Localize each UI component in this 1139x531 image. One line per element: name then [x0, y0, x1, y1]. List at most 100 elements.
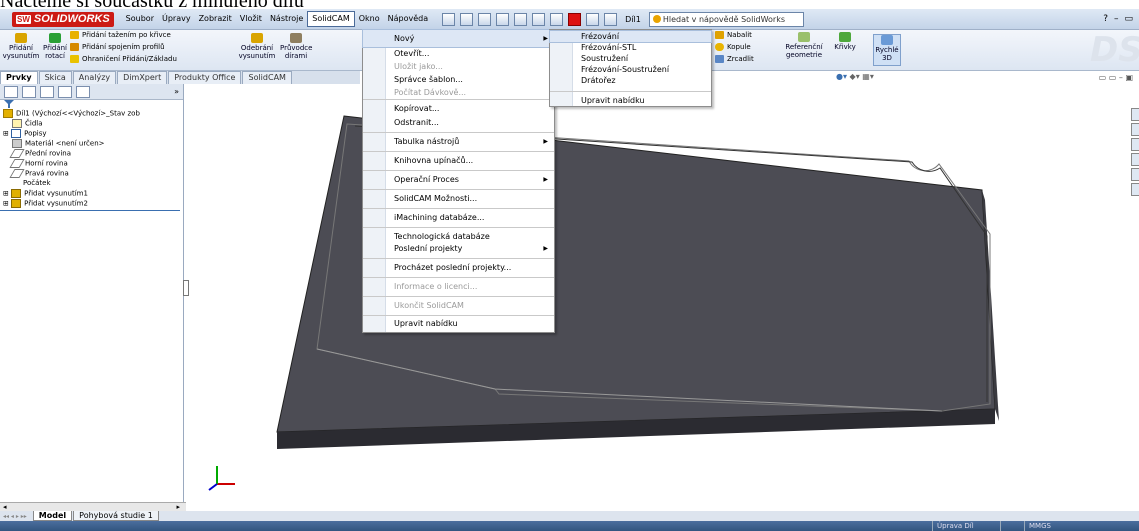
undo-icon[interactable]	[532, 12, 546, 26]
scroll-left-icon[interactable]: ◂	[3, 503, 7, 511]
tree-item-origin[interactable]: Počátek	[0, 179, 183, 189]
new-document-icon[interactable]	[460, 12, 474, 26]
tab-motion-study[interactable]: Pohybová studie 1	[73, 511, 159, 521]
loft-boss-button[interactable]: Přidání spojením profilů	[70, 43, 165, 52]
tree-item-right-plane[interactable]: Pravá rovina	[0, 169, 183, 179]
menu-item-technologicka-databaze[interactable]: Technologická databáze	[363, 228, 554, 242]
tree-item-extrude2[interactable]: ⊞ Přidat vysunutím2	[0, 198, 183, 209]
task-pane-view-palette-icon[interactable]	[1131, 153, 1139, 166]
revolve-boss-button[interactable]: Přidání rotací	[42, 33, 68, 60]
menu-item-otevrit[interactable]: Otevřít...	[363, 47, 554, 60]
split-horizontal-icon[interactable]: ▭	[1099, 73, 1107, 82]
tree-item-annotations[interactable]: ⊞ Popisy	[0, 129, 183, 139]
tab-analyzy[interactable]: Analýzy	[72, 71, 117, 84]
boundary-boss-button[interactable]: Ohraničení Přidání/Základu	[70, 55, 177, 64]
menu-zobrazit[interactable]: Zobrazit	[195, 12, 236, 26]
rollback-bar[interactable]	[0, 209, 180, 211]
menu-item-novy[interactable]: Nový ▶	[362, 29, 555, 48]
task-pane-appearances-icon[interactable]	[1131, 168, 1139, 181]
tab-dimxpert[interactable]: DimXpert	[117, 71, 168, 84]
tree-item-sensors[interactable]: Čidla	[0, 119, 183, 129]
restore-button[interactable]: ▭	[1124, 14, 1133, 24]
submenu-item-frezovani-soustruzeni[interactable]: Frézování-Soustružení	[550, 64, 711, 75]
extrude-boss-button[interactable]: Přidání vysunutím	[2, 33, 40, 60]
menu-item-tabulka-nastroju[interactable]: Tabulka nástrojů ▶	[363, 133, 554, 152]
scroll-right-icon[interactable]: ▸	[176, 503, 180, 511]
options-icon[interactable]	[604, 12, 618, 26]
tree-item-top-plane[interactable]: Horní rovina	[0, 159, 183, 169]
reference-geometry-button[interactable]: Referenční geometrie	[783, 32, 825, 59]
tree-item-front-plane[interactable]: Přední rovina	[0, 149, 183, 159]
select-icon[interactable]	[550, 12, 564, 26]
tab-nav-arrows-icon[interactable]: ◂◂ ◂ ▸ ▸▸	[0, 513, 33, 520]
rebuild-icon[interactable]	[568, 12, 582, 26]
menu-item-operacni-proces[interactable]: Operační Proces ▶	[363, 171, 554, 190]
submenu-item-dratorez[interactable]: Drátořez	[550, 75, 711, 92]
minimize-viewport-icon[interactable]: –	[1119, 73, 1123, 82]
dome-button[interactable]: Kopule	[715, 43, 751, 52]
menu-item-spravce-sablon[interactable]: Správce šablon...	[363, 73, 554, 86]
menu-item-pocitat-davkove[interactable]: Počítat Dávkově...	[363, 86, 554, 100]
hole-wizard-button[interactable]: Průvodce dírami	[280, 33, 312, 60]
mirror-button[interactable]: Zrcadlit	[715, 55, 754, 64]
menu-item-knihovna-upinacu[interactable]: Knihovna upínačů...	[363, 152, 554, 171]
menu-item-informace-o-licenci[interactable]: Informace o licenci...	[363, 278, 554, 297]
submenu-item-frezovani-stl[interactable]: Frézování-STL	[550, 42, 711, 53]
split-vertical-icon[interactable]: ▭	[1109, 73, 1117, 82]
panel-splitter[interactable]	[183, 280, 189, 296]
menu-item-ulozit-jako[interactable]: Uložit jako...	[363, 60, 554, 73]
display-manager-tab-icon[interactable]	[76, 85, 90, 98]
menu-item-ukoncit-solidcam[interactable]: Ukončit SolidCAM	[363, 297, 554, 316]
tab-prvky[interactable]: Prvky	[0, 71, 38, 84]
extrude-cut-button[interactable]: Odebrání vysunutím	[238, 33, 276, 60]
tree-item-material[interactable]: Materiál <není určen>	[0, 139, 183, 149]
save-icon[interactable]	[496, 12, 510, 26]
help-search-input[interactable]: Hledat v nápovědě SolidWorks	[648, 11, 804, 27]
tab-model[interactable]: Model	[32, 511, 73, 521]
sweep-boss-button[interactable]: Přidání tažením po křivce	[70, 31, 171, 40]
menu-item-imachining-databaze[interactable]: iMachining databáze...	[363, 209, 554, 228]
minimize-button[interactable]: –	[1114, 14, 1119, 24]
pin-icon[interactable]	[442, 12, 456, 26]
status-units[interactable]: MMGS	[1024, 521, 1089, 531]
more-tabs-icon[interactable]: »	[174, 87, 179, 97]
task-pane-library-icon[interactable]	[1131, 123, 1139, 136]
menu-item-upravit-nabidku[interactable]: Upravit nabídku	[363, 316, 554, 332]
tab-produkty-office[interactable]: Produkty Office	[168, 71, 242, 84]
menu-vlozit[interactable]: Vložit	[236, 12, 266, 26]
display-style-icon[interactable]: ◆▾	[850, 72, 860, 81]
task-pane-resources-icon[interactable]	[1131, 108, 1139, 121]
filter-icon[interactable]	[0, 100, 183, 109]
menu-item-solidcam-moznosti[interactable]: SolidCAM Možnosti...	[363, 190, 554, 209]
submenu-item-soustruzeni[interactable]: Soustružení	[550, 53, 711, 64]
help-button[interactable]: ?	[1103, 14, 1108, 24]
tree-root[interactable]: Díl1 (Výchozí<<Výchozí>_Stav zob	[0, 109, 183, 119]
configurationmanager-tab-icon[interactable]	[40, 85, 54, 98]
wrap-button[interactable]: Nabalit	[715, 31, 752, 40]
submenu-item-upravit-nabidku[interactable]: Upravit nabídku	[550, 95, 711, 106]
task-pane-explorer-icon[interactable]	[1131, 138, 1139, 151]
print-icon[interactable]	[514, 12, 528, 26]
file-properties-icon[interactable]	[586, 12, 600, 26]
curves-button[interactable]: Křivky	[832, 32, 858, 51]
task-pane-custom-icon[interactable]	[1131, 183, 1139, 196]
menu-nastroje[interactable]: Nástroje	[266, 12, 307, 26]
open-icon[interactable]	[478, 12, 492, 26]
hide-show-icon[interactable]: ▦▾	[862, 72, 874, 81]
menu-item-odstranit[interactable]: Odstranit...	[363, 116, 554, 133]
propertymanager-tab-icon[interactable]	[22, 85, 36, 98]
submenu-item-frezovani[interactable]: Frézování	[549, 30, 712, 43]
restore-viewport-icon[interactable]: ▣	[1125, 73, 1133, 82]
menu-okno[interactable]: Okno	[355, 12, 384, 26]
menu-solidcam[interactable]: SolidCAM	[307, 11, 355, 27]
graphics-area[interactable]	[187, 84, 1139, 511]
dimxpert-tab-icon[interactable]	[58, 85, 72, 98]
tab-skica[interactable]: Skica	[38, 71, 72, 84]
menu-napoveda[interactable]: Nápověda	[384, 12, 433, 26]
featuremanager-tab-icon[interactable]	[4, 85, 18, 98]
menu-item-posledni-projekty[interactable]: Poslední projekty ▶	[363, 242, 554, 259]
menu-item-prochazet-posledni-projekty[interactable]: Procházet poslední projekty...	[363, 259, 554, 278]
tree-item-extrude1[interactable]: ⊞ Přidat vysunutím1	[0, 188, 183, 199]
menu-upravy[interactable]: Úpravy	[158, 12, 195, 26]
menu-item-kopirovat[interactable]: Kopírovat...	[363, 100, 554, 116]
